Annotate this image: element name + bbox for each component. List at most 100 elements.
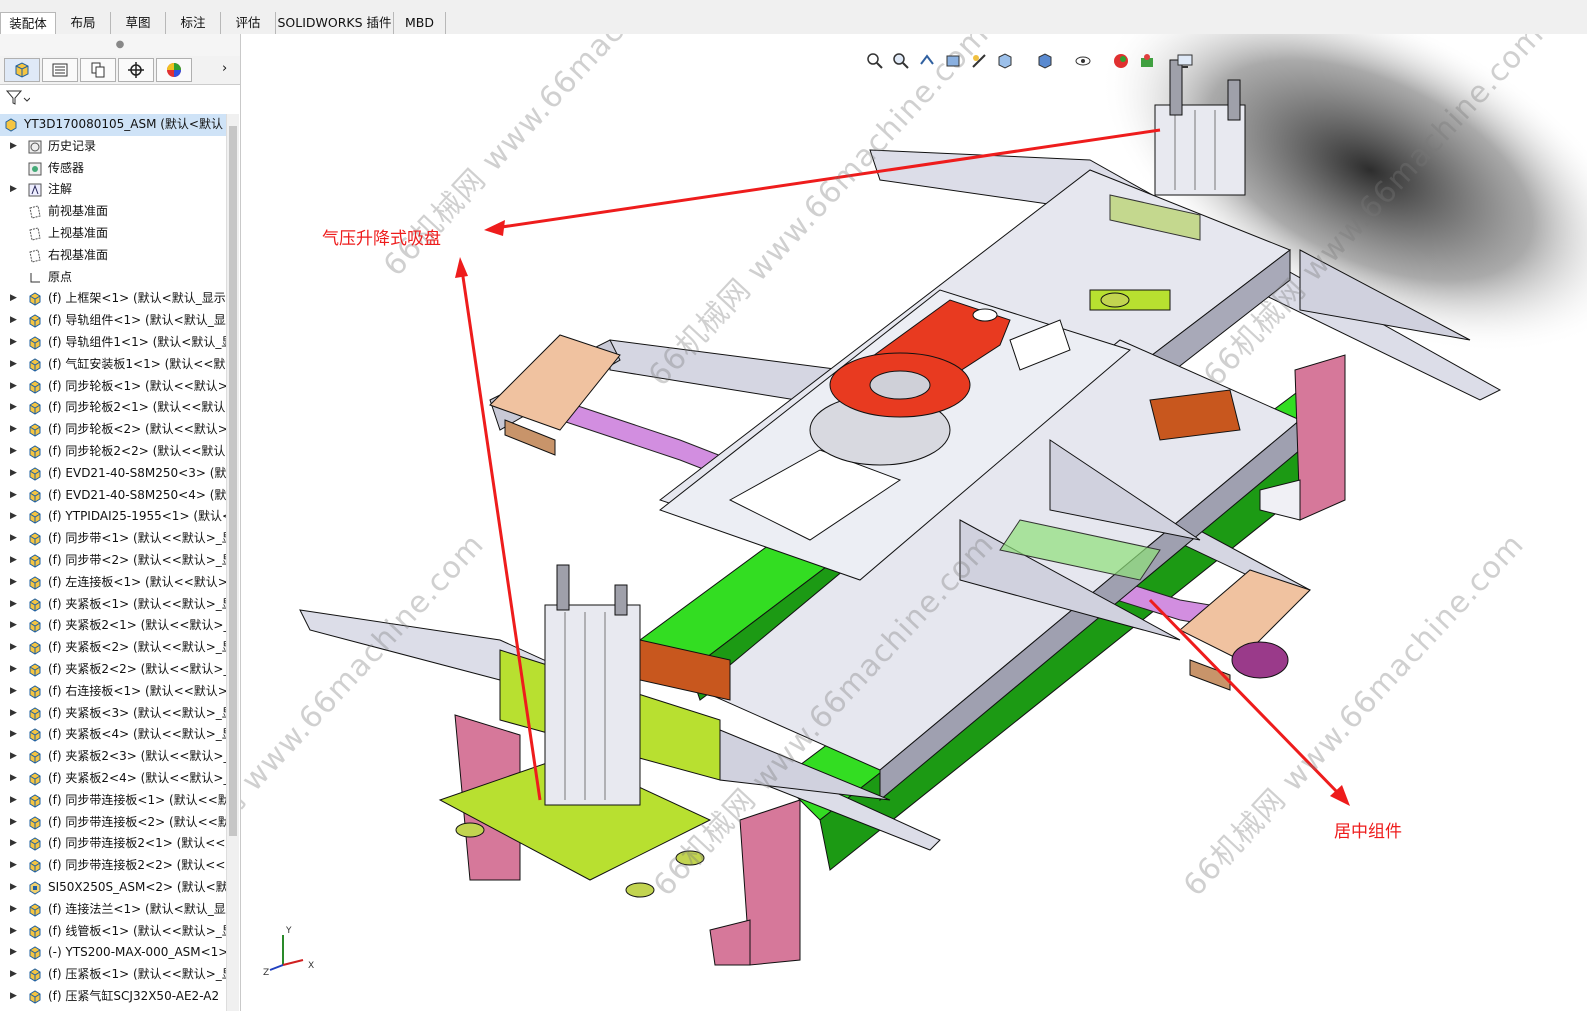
view-settings-icon[interactable] [1176, 52, 1194, 70]
tree-item[interactable]: ▶ (f) 同步带<2> (默认<<默认>_显 [0, 550, 226, 572]
expand-arrow-icon[interactable]: ▶ [10, 550, 17, 572]
dynamic-annotation-icon[interactable] [970, 52, 988, 70]
tree-item[interactable]: ▶ (f) 夹紧板<4> (默认<<默认>_显 [0, 724, 226, 746]
expand-arrow-icon[interactable]: ▶ [10, 136, 17, 158]
tree-item[interactable]: ▶ (f) 右连接板<1> (默认<<默认>_ [0, 681, 226, 703]
view-orientation-icon[interactable] [996, 52, 1014, 70]
property-manager-icon[interactable] [42, 58, 78, 82]
tree-item[interactable]: ▶ (-) YTS200-MAX-000_ASM<1> [0, 942, 226, 964]
tree-item[interactable]: 右视基准面 [0, 245, 226, 267]
section-view-icon[interactable] [944, 52, 962, 70]
tree-item[interactable]: ▶ (f) 左连接板<1> (默认<<默认>_ [0, 572, 226, 594]
dimxpert-icon[interactable] [118, 58, 154, 82]
feature-manager-icon[interactable] [4, 58, 40, 82]
expand-arrow-icon[interactable]: ▶ [10, 485, 17, 507]
graphics-area[interactable]: X Z Y 66机械网 www.66machine.com 66机械网 www.… [241, 34, 1587, 1011]
expand-arrow-icon[interactable]: ▶ [10, 681, 17, 703]
hide-show-icon[interactable] [1074, 52, 1092, 70]
tree-item[interactable]: ▶ (f) 导轨组件1<1> (默认<默认_显 [0, 332, 226, 354]
expand-arrow-icon[interactable]: ▶ [10, 964, 17, 986]
tab-layout[interactable]: 布局 [56, 12, 111, 34]
tree-item[interactable]: ▶ (f) 同步轮板2<1> (默认<<默认> [0, 397, 226, 419]
expand-arrow-icon[interactable]: ▶ [10, 572, 17, 594]
tree-item[interactable]: ▶ (f) 导轨组件<1> (默认<默认_显 [0, 310, 226, 332]
expand-arrow-icon[interactable]: ▶ [10, 812, 17, 834]
expand-arrow-icon[interactable]: ▶ [10, 288, 17, 310]
tab-markup[interactable]: 标注 [166, 12, 221, 34]
expand-arrow-icon[interactable]: ▶ [10, 942, 17, 964]
tab-sketch[interactable]: 草图 [111, 12, 166, 34]
expand-arrow-icon[interactable]: ▶ [10, 659, 17, 681]
edit-appearance-icon[interactable] [1112, 52, 1130, 70]
expand-arrow-icon[interactable]: ▶ [10, 899, 17, 921]
expand-arrow-icon[interactable]: ▶ [10, 877, 17, 899]
tree-item[interactable]: ▶ (f) 夹紧板2<1> (默认<<默认>_显 [0, 615, 226, 637]
expand-arrow-icon[interactable]: ▶ [10, 528, 17, 550]
tree-item[interactable]: ▶ (f) 上框架<1> (默认<默认_显示 [0, 288, 226, 310]
apply-scene-icon[interactable] [1138, 52, 1156, 70]
tree-item[interactable]: ▶ (f) 夹紧板2<4> (默认<<默认>_显 [0, 768, 226, 790]
tree-item[interactable]: ▶ (f) 气缸安装板1<1> (默认<<默认 [0, 354, 226, 376]
tree-item[interactable]: ▶ (f) 夹紧板2<2> (默认<<默认>_显 [0, 659, 226, 681]
tree-item[interactable]: ▶ (f) 同步带连接板<1> (默认<<默 [0, 790, 226, 812]
tree-item[interactable]: ▶ (f) EVD21-40-S8M250<4> (默认 [0, 485, 226, 507]
tree-scrollbar[interactable] [226, 114, 239, 1011]
expand-arrow-icon[interactable]: ▶ [10, 310, 17, 332]
panel-resize-grip[interactable]: ● [0, 34, 240, 56]
expand-arrow-icon[interactable]: ▶ [10, 179, 17, 201]
tree-item[interactable]: 上视基准面 [0, 223, 226, 245]
tree-item[interactable]: ▶ (f) 夹紧板<1> (默认<<默认>_显 [0, 594, 226, 616]
tree-item[interactable]: 原点 [0, 267, 226, 289]
expand-arrow-icon[interactable]: ▶ [10, 354, 17, 376]
expand-arrow-icon[interactable]: ▶ [10, 855, 17, 877]
tree-item[interactable]: ▶ (f) 同步带连接板<2> (默认<<默 [0, 812, 226, 834]
scrollbar-thumb[interactable] [229, 126, 237, 836]
tree-item[interactable]: ▶ (f) 夹紧板<3> (默认<<默认>_显 [0, 703, 226, 725]
tree-item[interactable]: ▶ 历史记录 [0, 136, 226, 158]
tab-assembly[interactable]: 装配体 [0, 12, 56, 34]
expand-arrow-icon[interactable]: ▶ [10, 790, 17, 812]
expand-arrow-icon[interactable]: ▶ [10, 724, 17, 746]
tree-item[interactable]: ▶ (f) 同步带连接板2<1> (默认<<默 [0, 833, 226, 855]
tree-item[interactable]: ▶ (f) EVD21-40-S8M250<3> (默认 [0, 463, 226, 485]
tree-root-assembly[interactable]: YT3D170080105_ASM (默认<默认 [0, 114, 226, 136]
tab-evaluate[interactable]: 评估 [221, 12, 276, 34]
tree-item[interactable]: 传感器 [0, 158, 226, 180]
tree-item[interactable]: 前视基准面 [0, 201, 226, 223]
expand-arrow-icon[interactable]: ▶ [10, 332, 17, 354]
tree-item[interactable]: ▶ (f) 同步轮板2<2> (默认<<默认> [0, 441, 226, 463]
tree-item[interactable]: ▶ (f) 夹紧板2<3> (默认<<默认>_显 [0, 746, 226, 768]
tree-item[interactable]: ▶ (f) YTPIDAI25-1955<1> (默认< [0, 506, 226, 528]
expand-arrow-icon[interactable]: ▶ [10, 703, 17, 725]
expand-arrow-icon[interactable]: ▶ [10, 833, 17, 855]
tree-item[interactable]: ▶ SI50X250S_ASM<2> (默认<默 [0, 877, 226, 899]
tree-item[interactable]: ▶ (f) 线管板<1> (默认<<默认>_显 [0, 921, 226, 943]
expand-arrow-icon[interactable]: ▶ [10, 921, 17, 943]
tree-item[interactable]: ▶ (f) 同步轮板<2> (默认<<默认>_ [0, 419, 226, 441]
tree-item[interactable]: ▶ (f) 同步带连接板2<2> (默认<<默 [0, 855, 226, 877]
display-style-icon[interactable] [1036, 52, 1054, 70]
configuration-manager-icon[interactable] [80, 58, 116, 82]
tree-item[interactable]: ▶ (f) 压紧气缸SCJ32X50-AE2-A2 [0, 986, 226, 1008]
tab-mbd[interactable]: MBD [394, 12, 446, 34]
zoom-area-icon[interactable] [892, 52, 910, 70]
expand-arrow-icon[interactable]: ▶ [10, 506, 17, 528]
tree-item[interactable]: ▶ 注解 [0, 179, 226, 201]
expand-arrow-icon[interactable]: ▶ [10, 637, 17, 659]
tree-item[interactable]: ▶ (f) 压紧板<1> (默认<<默认>_显 [0, 964, 226, 986]
display-manager-icon[interactable] [156, 58, 192, 82]
tab-solidworks-addins[interactable]: SOLIDWORKS 插件 [276, 12, 394, 34]
tree-item[interactable]: ▶ (f) 同步带<1> (默认<<默认>_显 [0, 528, 226, 550]
panel-tabs-next-arrow[interactable]: › [222, 61, 227, 76]
zoom-to-fit-icon[interactable] [866, 52, 884, 70]
expand-arrow-icon[interactable]: ▶ [10, 746, 17, 768]
expand-arrow-icon[interactable]: ▶ [10, 419, 17, 441]
expand-arrow-icon[interactable]: ▶ [10, 376, 17, 398]
expand-arrow-icon[interactable]: ▶ [10, 594, 17, 616]
expand-arrow-icon[interactable]: ▶ [10, 441, 17, 463]
tree-item[interactable]: ▶ (f) 夹紧板<2> (默认<<默认>_显 [0, 637, 226, 659]
expand-arrow-icon[interactable]: ▶ [10, 397, 17, 419]
tree-item[interactable]: ▶ (f) 连接法兰<1> (默认<默认_显 [0, 899, 226, 921]
expand-arrow-icon[interactable]: ▶ [10, 463, 17, 485]
tree-item[interactable]: ▶ (f) 同步轮板<1> (默认<<默认>_ [0, 376, 226, 398]
